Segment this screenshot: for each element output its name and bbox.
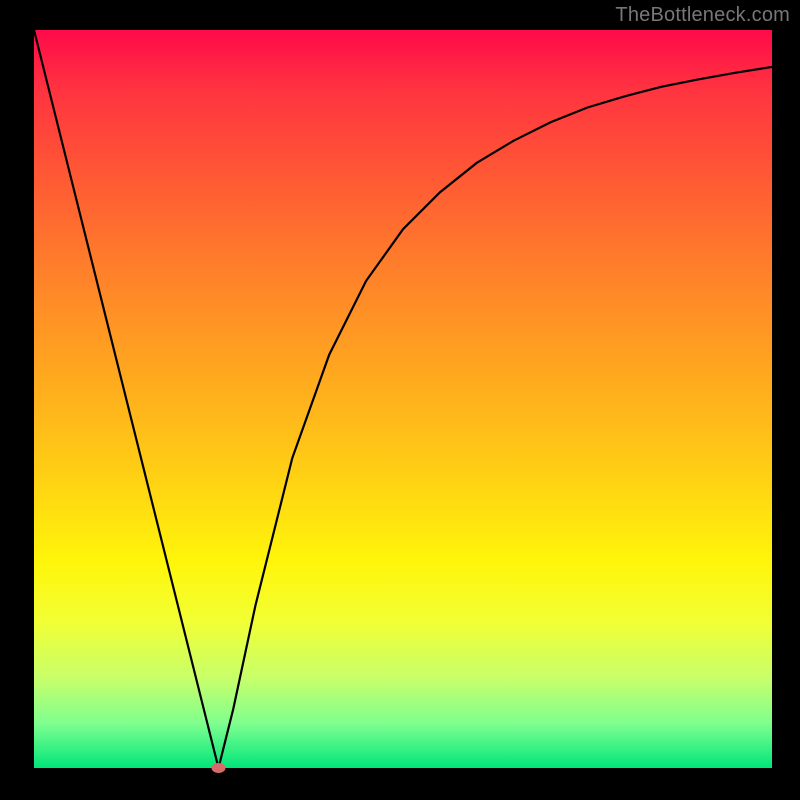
chart-canvas: TheBottleneck.com (0, 0, 800, 800)
watermark-text: TheBottleneck.com (615, 4, 790, 27)
series-curve (34, 30, 772, 768)
minimum-marker (212, 763, 226, 773)
chart-curve-layer (34, 30, 772, 768)
